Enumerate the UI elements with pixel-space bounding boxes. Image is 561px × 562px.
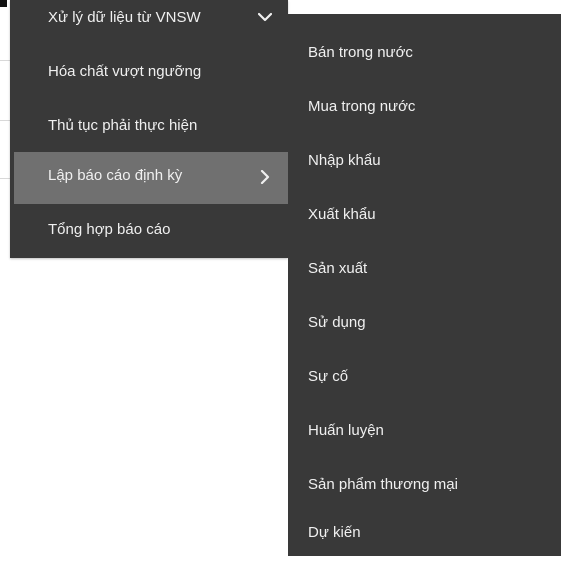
menu-item-xu-ly-du-lieu-vnsw[interactable]: Xử lý dữ liệu từ VNSW [14,0,288,49]
submenu-item-label: Huấn luyện [308,422,384,439]
submenu-item-label: Bán trong nước [308,44,413,61]
menu-item-label: Xử lý dữ liệu từ VNSW [48,9,201,26]
menu-item-label: Hóa chất vượt ngưỡng [48,63,202,80]
page-corner-mark [0,0,7,7]
menu-item-lap-bao-cao-dinh-ky[interactable]: Lập báo cáo định kỳ [14,152,288,204]
submenu-item-label: Xuất khẩu [308,206,376,223]
submenu-item-su-co[interactable]: Sự cố [288,352,561,406]
submenu-item-label: Dự kiến [308,524,361,541]
submenu-item-ban-trong-nuoc[interactable]: Bán trong nước [288,28,561,82]
menu-item-label: Thủ tục phải thực hiện [48,117,198,134]
submenu-item-san-xuat[interactable]: Sản xuất [288,244,561,298]
submenu-item-xuat-khau[interactable]: Xuất khẩu [288,190,561,244]
main-dropdown-menu: Xử lý dữ liệu từ VNSW Hóa chất vượt ngưỡ… [10,0,288,258]
menu-item-thu-tuc-phai-thuc-hien[interactable]: Thủ tục phải thực hiện [14,102,288,151]
chevron-right-icon [260,170,270,184]
menu-item-label: Tổng hợp báo cáo [48,221,171,238]
chevron-down-icon[interactable] [258,12,272,22]
submenu-item-su-dung[interactable]: Sử dụng [288,298,561,352]
submenu-item-label: Sản phẩm thương mại [308,476,458,493]
menu-item-tong-hop-bao-cao[interactable]: Tổng hợp báo cáo [14,206,288,255]
submenu-item-du-kien[interactable]: Dự kiến [288,508,561,562]
submenu-item-label: Sự cố [308,368,349,385]
submenu-item-label: Sản xuất [308,260,368,277]
menu-item-label: Lập báo cáo định kỳ [48,167,183,184]
menu-item-hoa-chat-vuot-nguong[interactable]: Hóa chất vượt ngưỡng [14,48,288,97]
submenu-item-san-pham-thuong-mai[interactable]: Sản phẩm thương mại [288,460,561,514]
submenu-lap-bao-cao-dinh-ky: Bán trong nước Mua trong nước Nhập khẩu … [288,14,561,556]
submenu-item-nhap-khau[interactable]: Nhập khẩu [288,136,561,190]
submenu-item-label: Nhập khẩu [308,152,381,169]
submenu-item-label: Sử dụng [308,314,366,331]
background-text-faint [296,0,561,14]
submenu-item-label: Mua trong nước [308,98,416,115]
submenu-item-mua-trong-nuoc[interactable]: Mua trong nước [288,82,561,136]
submenu-item-huan-luyen[interactable]: Huấn luyện [288,406,561,460]
